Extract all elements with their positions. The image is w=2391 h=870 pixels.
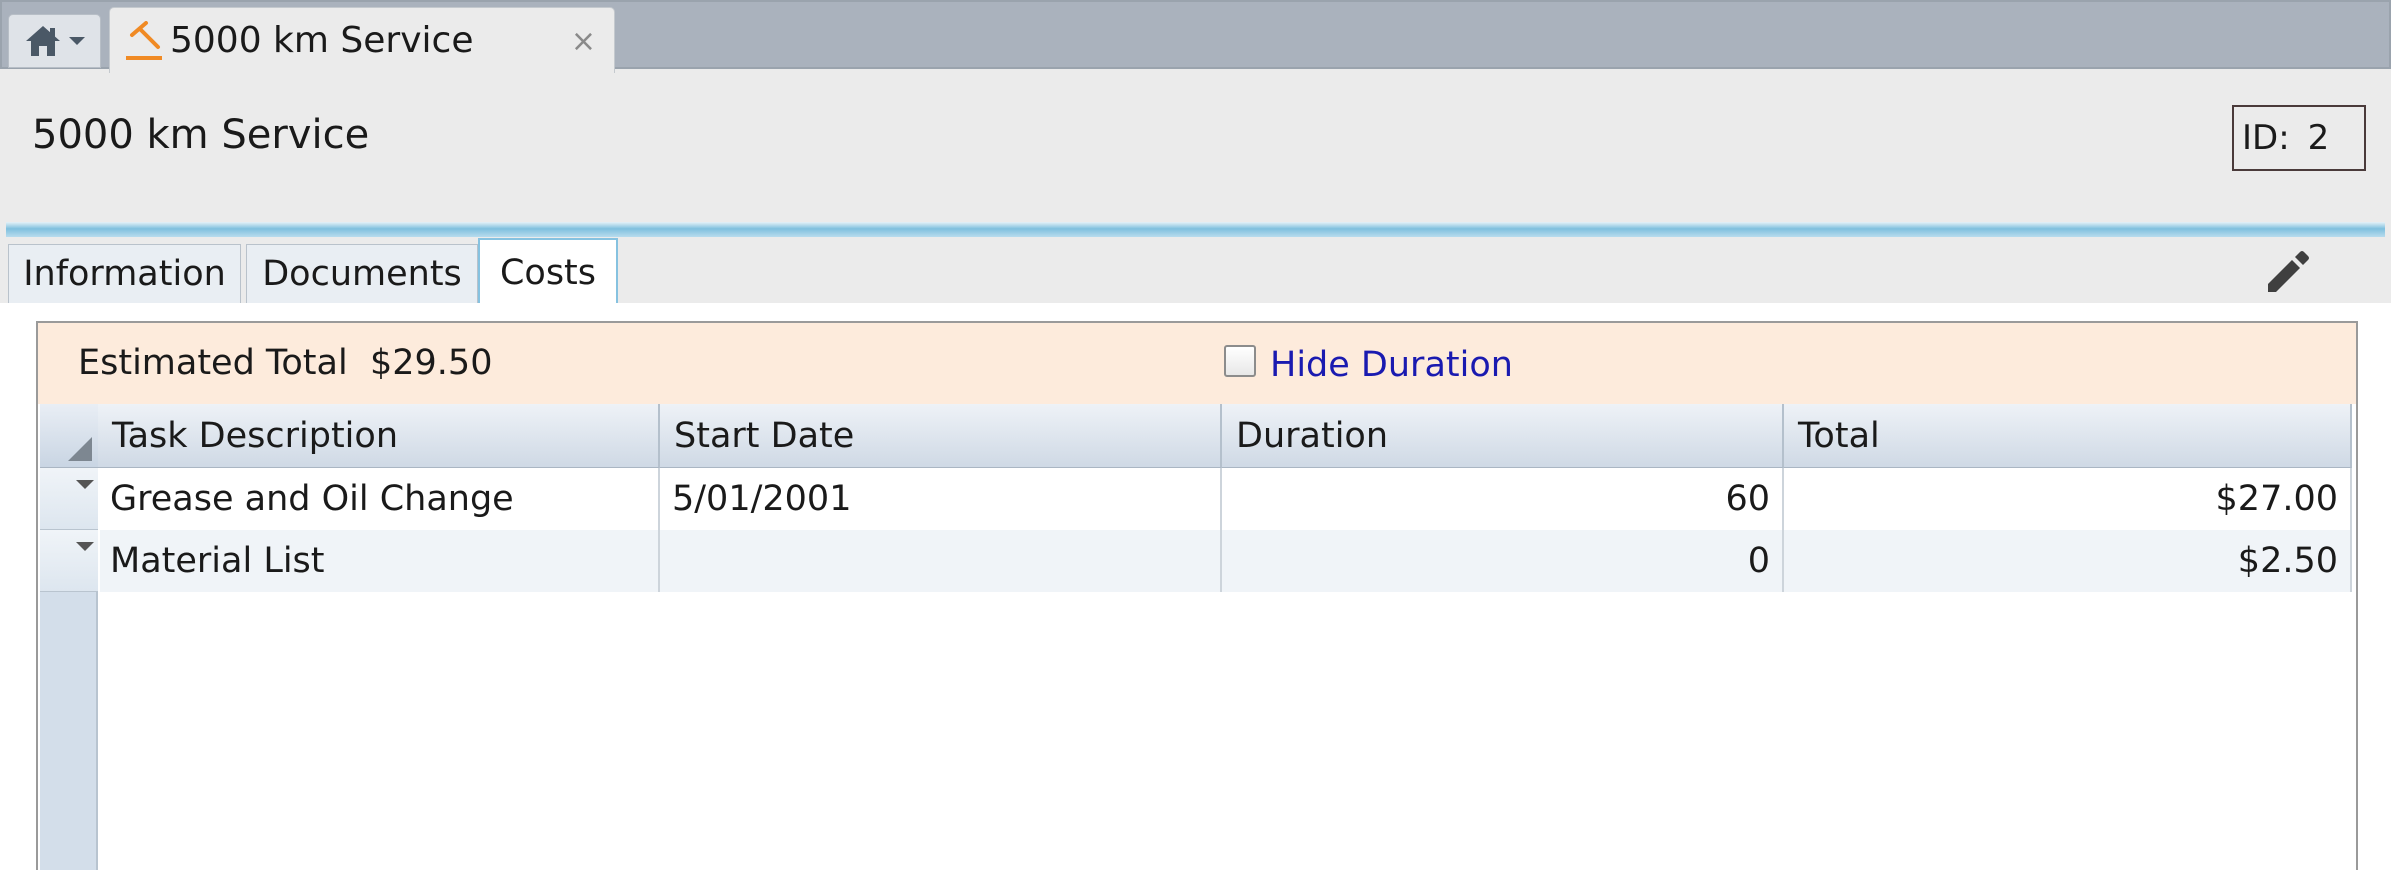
document-tab[interactable]: 5000 km Service ×: [109, 7, 615, 73]
home-icon: [25, 26, 60, 56]
cell-task[interactable]: Grease and Oil Change: [98, 468, 660, 530]
cell-start-date[interactable]: 5/01/2001: [660, 468, 1222, 530]
hide-duration-label[interactable]: Hide Duration: [1270, 345, 1513, 385]
cell-total[interactable]: $2.50: [1784, 530, 2352, 592]
row-header[interactable]: [40, 468, 98, 530]
column-header-start-date[interactable]: Start Date: [660, 404, 1222, 468]
id-value: 2: [2307, 118, 2330, 158]
costs-grid: Task Description Start Date Duration Tot…: [40, 404, 2352, 870]
cell-start-date[interactable]: [660, 530, 1222, 592]
costs-content: Estimated Total $29.50 Hide Duration Tas…: [0, 303, 2391, 870]
hide-duration-checkbox[interactable]: [1224, 345, 1256, 377]
cell-duration[interactable]: 60: [1222, 468, 1784, 530]
tab-information[interactable]: Information: [8, 244, 241, 303]
summary-bar: Estimated Total $29.50 Hide Duration: [38, 323, 2356, 404]
costs-panel: Estimated Total $29.50 Hide Duration Tas…: [36, 321, 2358, 870]
column-header-total[interactable]: Total: [1784, 404, 2352, 468]
document-tab-title: 5000 km Service: [170, 20, 474, 61]
header-divider: [6, 222, 2385, 237]
estimated-total-value: $29.50: [370, 343, 493, 383]
page-title: 5000 km Service: [32, 112, 370, 158]
select-all-corner[interactable]: [40, 404, 98, 468]
cell-task[interactable]: Material List: [98, 530, 660, 592]
hammer-icon: [126, 20, 162, 60]
row-header[interactable]: [40, 530, 98, 592]
id-label: ID:: [2242, 118, 2290, 158]
home-tab-button[interactable]: [8, 14, 101, 68]
column-header-duration[interactable]: Duration: [1222, 404, 1784, 468]
chevron-down-icon: [68, 37, 85, 45]
close-tab-icon[interactable]: ×: [571, 24, 596, 59]
cell-duration[interactable]: 0: [1222, 530, 1784, 592]
estimated-total-label: Estimated Total: [78, 343, 348, 383]
pencil-icon[interactable]: [2262, 246, 2312, 296]
tab-documents[interactable]: Documents: [246, 244, 478, 303]
column-header-task-description[interactable]: Task Description: [98, 404, 660, 468]
tab-costs[interactable]: Costs: [478, 238, 618, 305]
cell-total[interactable]: $27.00: [1784, 468, 2352, 530]
window-tab-strip: 5000 km Service ×: [0, 0, 2391, 73]
record-id-box: ID: 2: [2232, 105, 2366, 171]
